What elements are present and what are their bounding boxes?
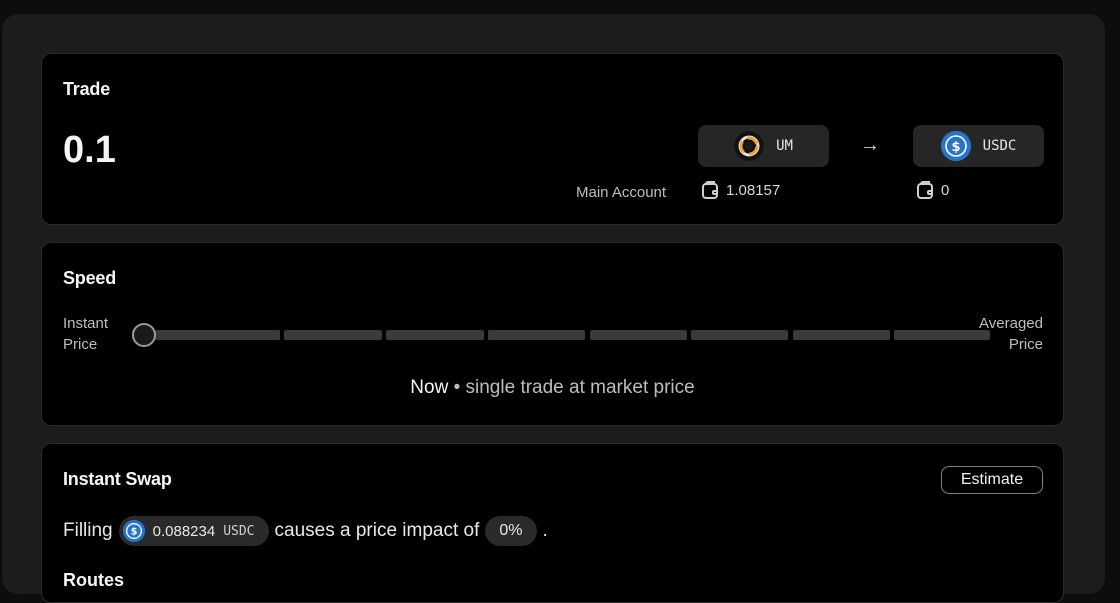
speed-desc-detail: • single trade at market price [448, 377, 695, 398]
instant-price-label: Instant Price [63, 315, 109, 353]
from-token-button[interactable]: UM [698, 125, 829, 167]
speed-slider-segment[interactable] [793, 330, 890, 340]
fill-summary: Filling $ 0.088234 USDC causes a price i… [63, 516, 548, 546]
to-balance: 0 [917, 180, 950, 199]
speed-title: Speed [63, 268, 117, 288]
instant-swap-title: Instant Swap [63, 469, 172, 489]
speed-card: Speed Instant Price Averaged Price Now •… [41, 242, 1064, 426]
from-token-symbol: UM [776, 138, 793, 154]
speed-slider-segment[interactable] [386, 330, 484, 340]
fill-amount: 0.088234 [152, 522, 216, 540]
trade-amount-input[interactable] [63, 129, 363, 172]
arrow-right-icon: → [860, 134, 880, 156]
fill-amount-pill: $ 0.088234 USDC [118, 516, 269, 546]
trade-title: Trade [63, 79, 111, 99]
from-balance[interactable]: 1.08157 [702, 180, 781, 199]
estimate-button[interactable]: Estimate [941, 466, 1043, 494]
speed-slider-segment[interactable] [488, 330, 585, 340]
svg-text:$: $ [951, 140, 960, 155]
to-balance-value: 0 [941, 182, 950, 199]
filling-text: Filling [63, 520, 113, 541]
account-selector[interactable]: Main Account [576, 184, 666, 201]
speed-slider[interactable] [132, 323, 990, 347]
wallet-icon [702, 180, 718, 199]
wallet-icon [917, 180, 933, 199]
instant-swap-card: Instant Swap Estimate Filling $ 0.088234… [41, 443, 1064, 603]
speed-slider-segment[interactable] [894, 330, 990, 340]
period: . [542, 520, 548, 541]
speed-slider-thumb[interactable] [132, 323, 156, 347]
trade-card: Trade UM → $ USDC Main Account 1.08157 [41, 53, 1064, 225]
to-token-button[interactable]: $ USDC [913, 125, 1044, 167]
to-token-symbol: USDC [982, 138, 1017, 154]
fill-unit: USDC [223, 523, 255, 539]
impact-text: causes a price impact of [274, 520, 480, 541]
from-balance-value: 1.08157 [726, 182, 781, 199]
speed-now: Now [410, 377, 449, 398]
speed-slider-segment[interactable] [590, 330, 687, 340]
routes-title: Routes [63, 570, 125, 590]
speed-description: Now • single trade at market price [42, 377, 1063, 399]
penumbra-um-icon [734, 131, 765, 161]
speed-slider-segment[interactable] [284, 330, 382, 340]
usdc-icon: $ [122, 520, 145, 542]
speed-slider-segment[interactable] [691, 330, 788, 340]
svg-text:$: $ [130, 527, 137, 538]
price-impact-pill: 0% [485, 516, 537, 546]
usdc-icon: $ [940, 131, 971, 161]
